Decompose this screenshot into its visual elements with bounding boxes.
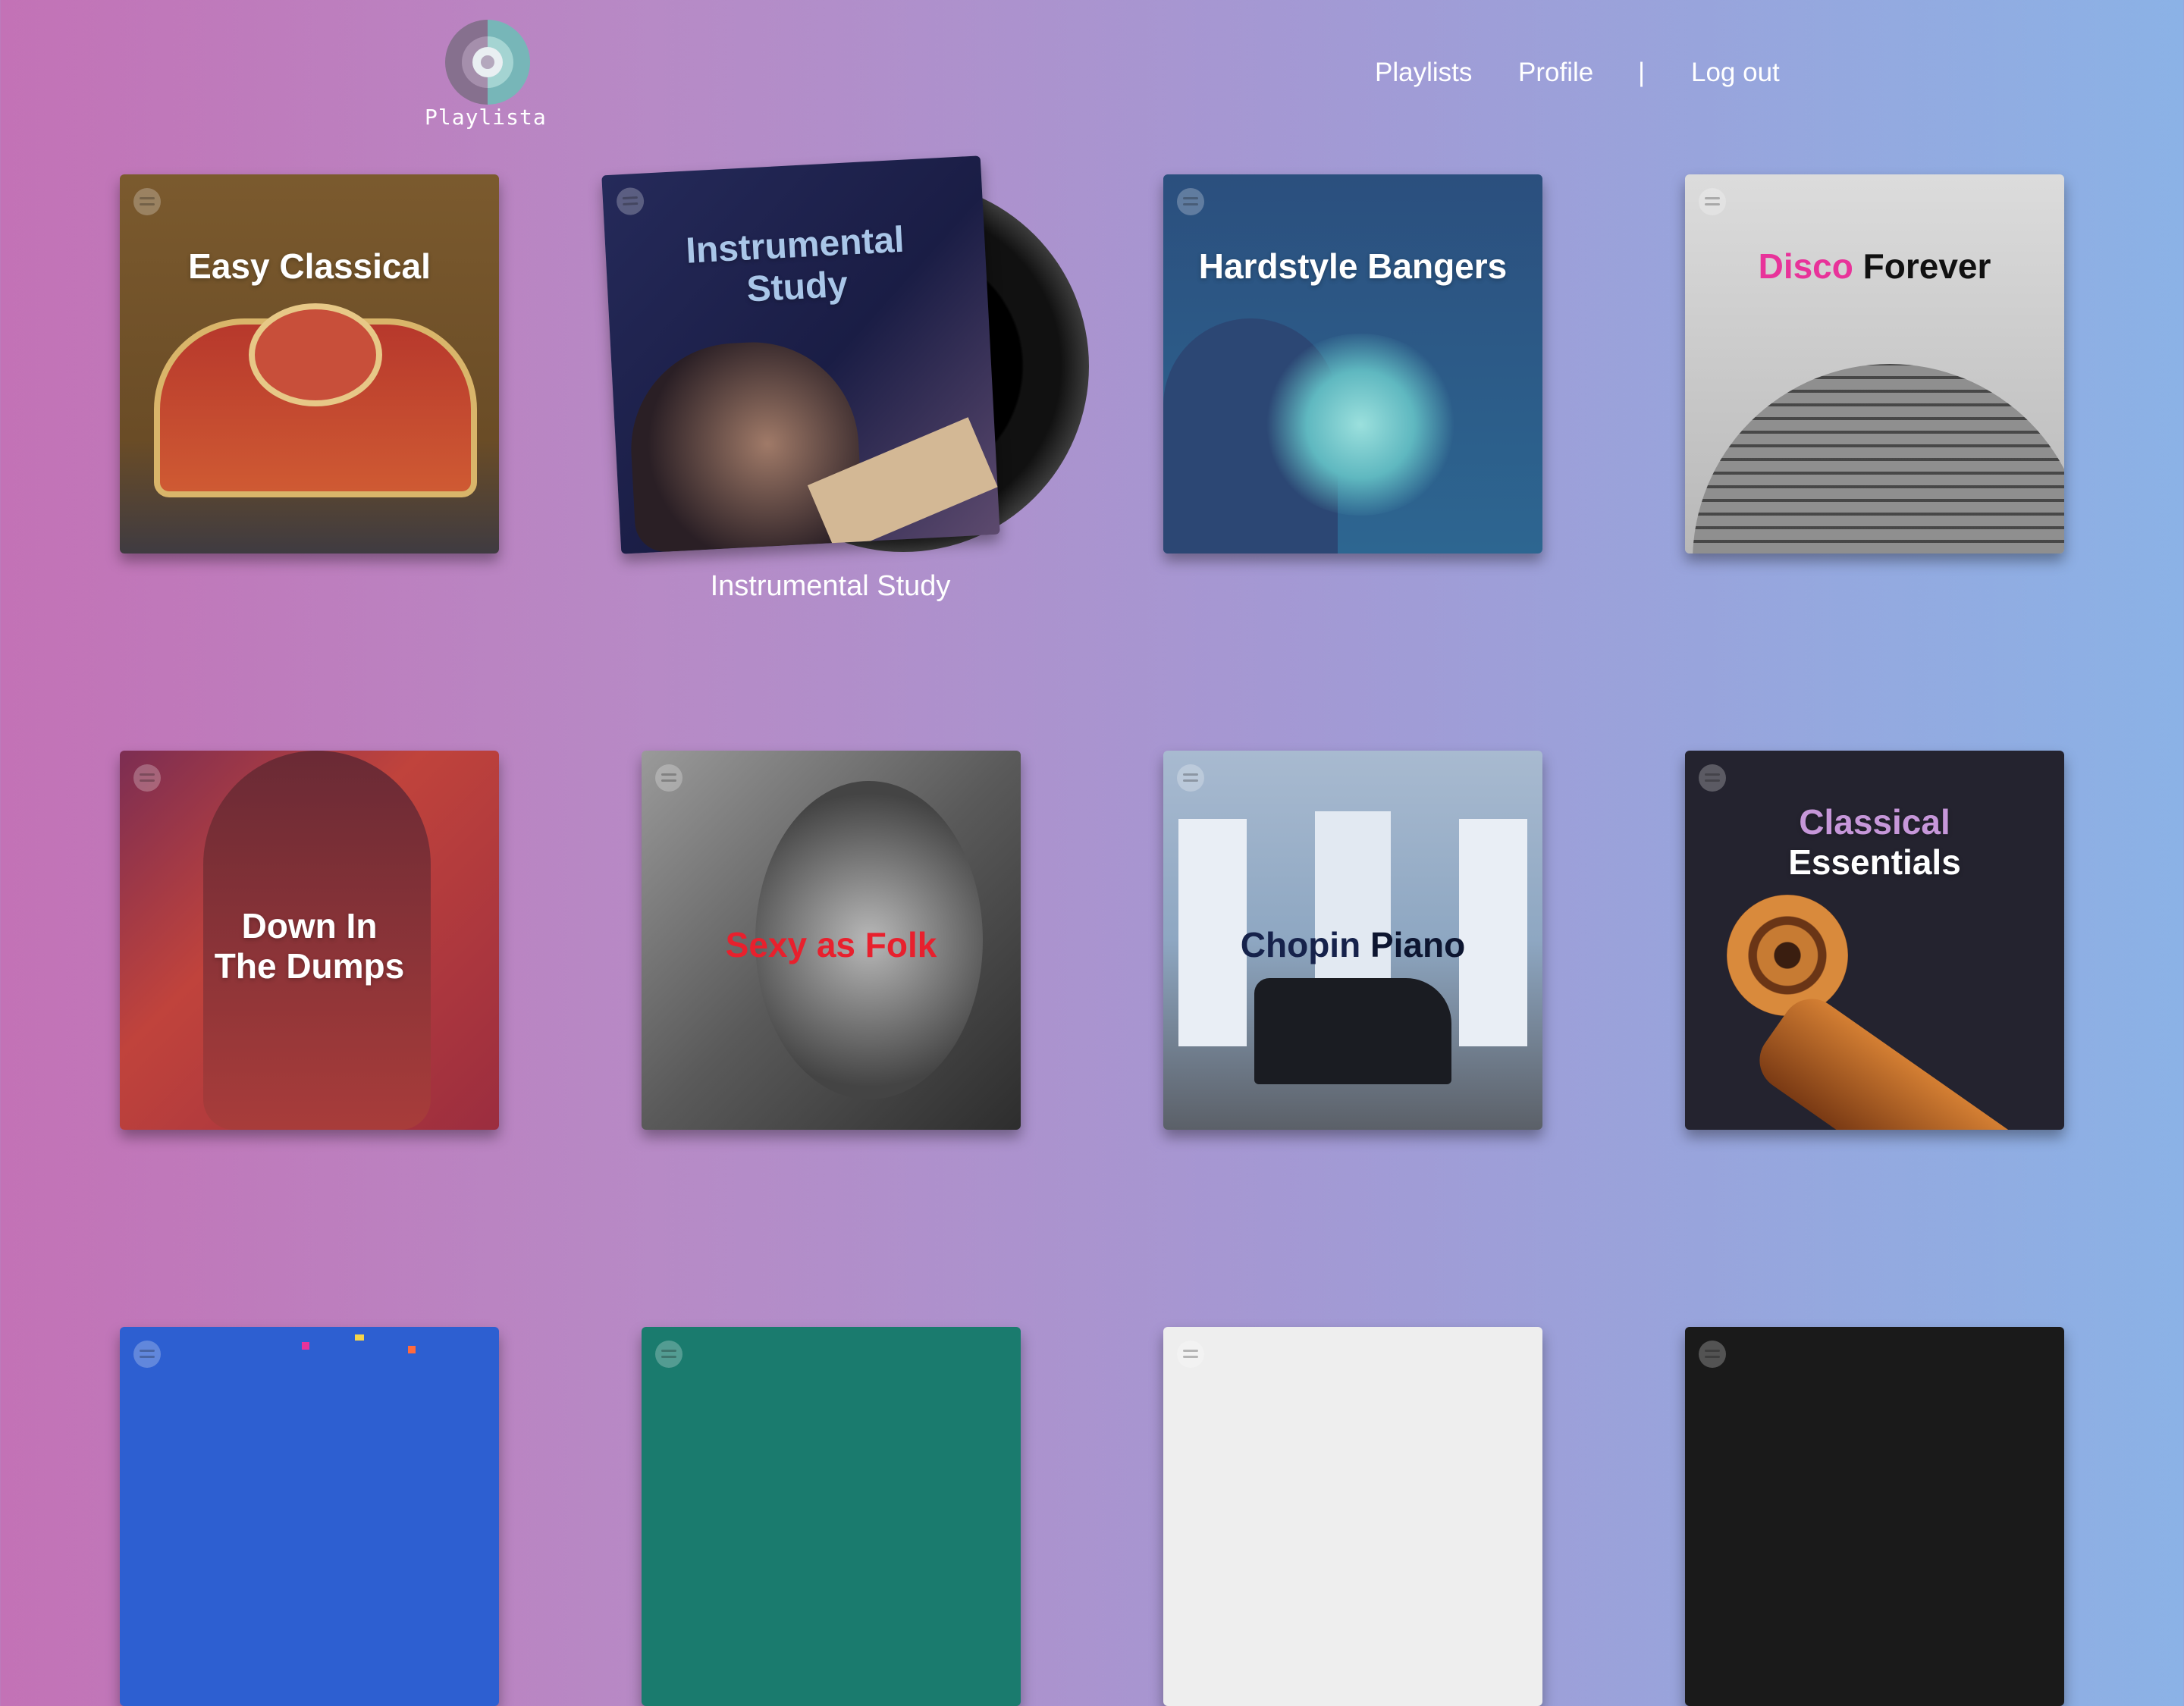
playlist-card-instrumental-study[interactable]: Instrumental Study xyxy=(601,155,1089,560)
playlist-title: Easy Classical xyxy=(188,246,431,286)
playlist-card-chopin-piano[interactable]: Chopin Piano xyxy=(1163,751,1542,1130)
playlist-caption: Instrumental Study xyxy=(710,570,951,602)
spotify-icon xyxy=(616,187,645,216)
playlist-title: Disco Forever xyxy=(1758,246,1991,286)
nav-separator: | xyxy=(1638,58,1646,87)
playlist-title: Instrumental Study xyxy=(685,219,905,310)
playlist-title: Down In The Dumps xyxy=(214,906,405,986)
spotify-icon xyxy=(1699,188,1726,215)
spotify-icon xyxy=(655,1341,682,1368)
spotify-icon xyxy=(133,188,161,215)
playlist-card-easy-classical[interactable]: Easy Classical xyxy=(120,174,499,554)
playlist-title: Chopin Piano xyxy=(1240,925,1466,964)
playlist-card-row3-3[interactable] xyxy=(1163,1327,1542,1706)
spotify-icon xyxy=(1177,1341,1204,1368)
playlist-title: Classical Essentials xyxy=(1788,802,1961,882)
top-nav: Playlists Profile | Log out xyxy=(0,58,2184,100)
nav-logout-link[interactable]: Log out xyxy=(1691,58,1780,88)
violin-scroll-image xyxy=(1727,895,1848,1016)
playlist-card-hardstyle-bangers[interactable]: Hardstyle Bangers xyxy=(1163,174,1542,554)
piano-image xyxy=(1254,978,1451,1084)
playlist-card-row3-4[interactable] xyxy=(1685,1327,2064,1706)
spotify-icon xyxy=(1177,188,1204,215)
disco-ball-image xyxy=(1693,364,2064,554)
spotify-icon xyxy=(133,764,161,792)
spotify-icon xyxy=(1699,1341,1726,1368)
spotify-icon xyxy=(1177,764,1204,792)
playlist-card-down-in-the-dumps[interactable]: Down In The Dumps xyxy=(120,751,499,1130)
spotify-icon xyxy=(133,1341,161,1368)
playlist-card-sexy-as-folk[interactable]: Sexy as Folk xyxy=(642,751,1021,1130)
nav-profile-link[interactable]: Profile xyxy=(1518,58,1593,88)
nav-playlists-link[interactable]: Playlists xyxy=(1375,58,1472,88)
playlist-title: Hardstyle Bangers xyxy=(1198,246,1508,286)
spotify-icon xyxy=(655,764,682,792)
playlist-card-row3-2[interactable] xyxy=(642,1327,1021,1706)
playlist-card-classical-essentials[interactable]: Classical Essentials xyxy=(1685,751,2064,1130)
playlist-card-row3-1[interactable] xyxy=(120,1327,499,1706)
spotify-icon xyxy=(1699,764,1726,792)
playlist-title: Sexy as Folk xyxy=(725,925,937,964)
logo-text: Playlista xyxy=(425,105,547,130)
playlist-card-disco-forever[interactable]: Disco Forever xyxy=(1685,174,2064,554)
